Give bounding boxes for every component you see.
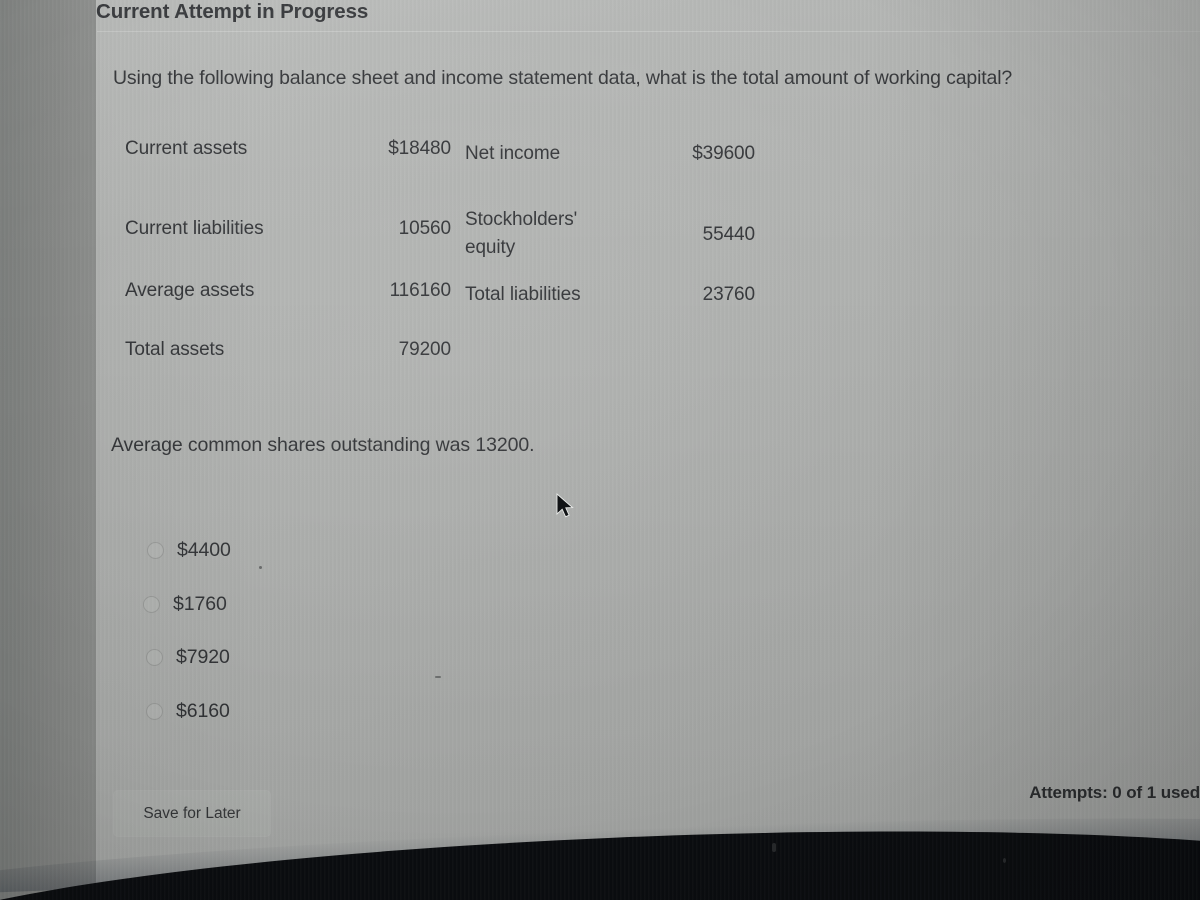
- row-label-total-liabilities: Total liabilities: [465, 284, 581, 305]
- row-value-average-assets: 116160: [389, 280, 452, 301]
- row-value-total-liabilities: 23760: [702, 284, 755, 305]
- row-value-stockholders-equity: 55440: [702, 224, 755, 245]
- row-value-net-income: $39600: [692, 143, 755, 164]
- row-label-stockholders-equity: Stockholders' equity: [465, 209, 578, 258]
- screen-photo: Current Attempt in Progress Using the fo…: [0, 0, 1200, 900]
- save-for-later-button[interactable]: Save for Later: [113, 790, 271, 837]
- page-title: Current Attempt in Progress: [96, 0, 369, 23]
- attempts-counter: Attempts: 0 of 1 used: [1029, 783, 1200, 802]
- answer-option-3[interactable]: $7920: [146, 631, 231, 685]
- row-value-total-assets: 79200: [398, 339, 451, 360]
- radio-button-icon[interactable]: [143, 595, 160, 613]
- radio-button-icon[interactable]: [146, 702, 163, 720]
- financial-data-table: Current assets $18480 Net income $39600 …: [125, 138, 805, 402]
- answer-option-label: $1760: [173, 592, 227, 615]
- screen-dust-speck: [259, 566, 262, 569]
- row-value-current-assets: $18480: [388, 138, 451, 159]
- answer-option-4[interactable]: $6160: [146, 685, 231, 739]
- row-label-average-assets: Average assets: [125, 280, 255, 301]
- answer-option-label: $7920: [176, 646, 230, 669]
- average-shares-note: Average common shares outstanding was 13…: [111, 434, 535, 456]
- table-row: Total assets 79200: [125, 338, 805, 402]
- screen-dust-speck: [772, 843, 776, 852]
- answer-option-label: $4400: [177, 539, 231, 562]
- question-prompt: Using the following balance sheet and in…: [113, 67, 1013, 89]
- row-label-current-assets: Current assets: [125, 138, 248, 159]
- row-label-current-liabilities: Current liabilities: [125, 218, 264, 239]
- row-value-current-liabilities: 10560: [398, 218, 451, 239]
- answer-option-2[interactable]: $1760: [143, 578, 231, 632]
- answer-option-1[interactable]: $4400: [147, 524, 231, 578]
- answer-options-group: $4400 $1760 $7920 $6160: [143, 524, 231, 739]
- radio-button-icon[interactable]: [146, 649, 163, 667]
- header-divider: [97, 31, 1200, 32]
- row-label-total-assets: Total assets: [125, 339, 225, 360]
- table-row: Current assets $18480 Net income $39600: [125, 138, 805, 206]
- screen-dust-speck: [435, 676, 441, 678]
- table-row: Current liabilities 10560 Stockholders' …: [125, 206, 805, 274]
- row-label-net-income: Net income: [465, 143, 561, 164]
- quiz-content: Current Attempt in Progress Using the fo…: [0, 0, 1200, 900]
- radio-button-icon[interactable]: [147, 542, 164, 560]
- answer-option-label: $6160: [176, 699, 230, 722]
- table-row: Average assets 116160 Total liabilities …: [125, 274, 805, 338]
- screen-dust-speck: [1003, 858, 1006, 863]
